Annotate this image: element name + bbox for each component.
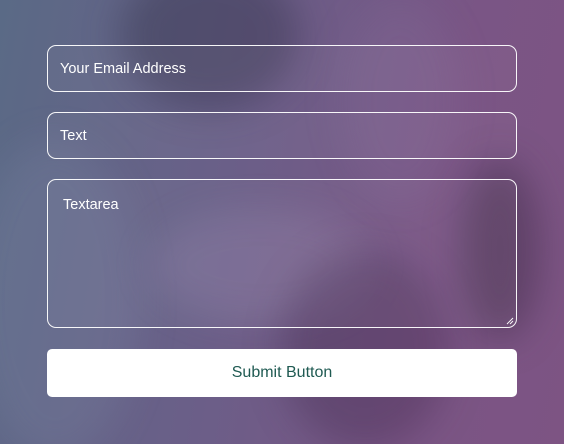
textarea-placeholder: Textarea [63, 197, 119, 213]
contact-form: Your Email Address Text Textarea Submit … [47, 45, 517, 397]
message-textarea[interactable]: Textarea [47, 179, 517, 328]
email-field-placeholder: Your Email Address [60, 60, 187, 77]
text-field[interactable]: Text [47, 112, 517, 159]
text-field-placeholder: Text [60, 127, 87, 144]
submit-button-label: Submit Button [231, 364, 333, 381]
resize-grip-icon[interactable] [506, 317, 514, 325]
submit-button[interactable]: Submit Button [47, 349, 517, 397]
email-field[interactable]: Your Email Address [47, 45, 517, 92]
